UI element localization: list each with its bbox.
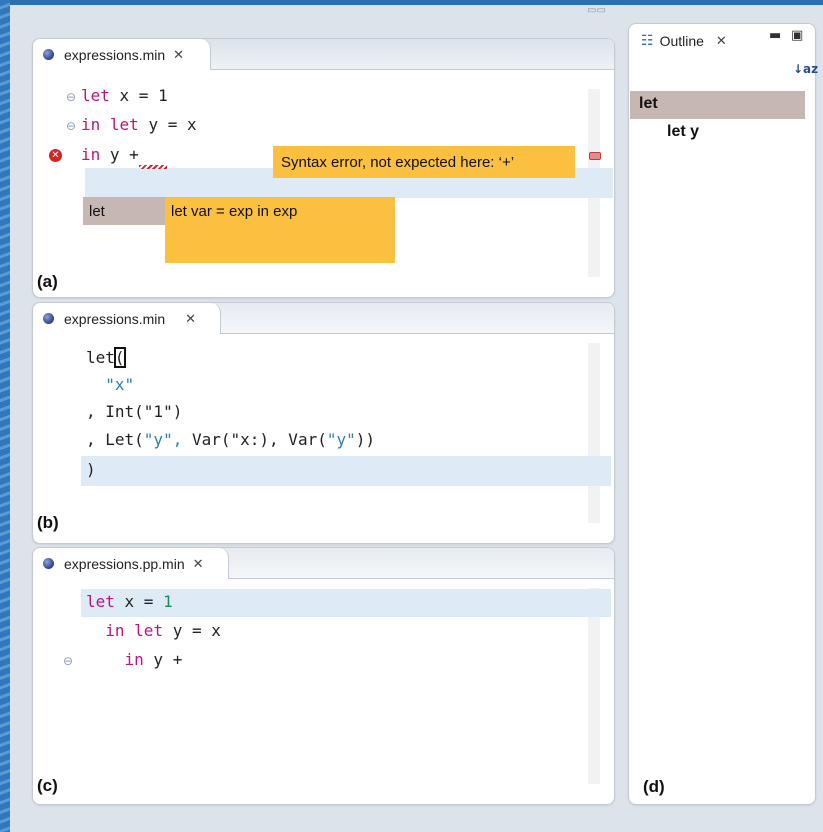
editor-b-overview-ruler[interactable]	[588, 343, 600, 523]
code-line[interactable]: let x = 1	[81, 86, 168, 105]
file-icon	[43, 558, 54, 569]
code-line[interactable]: let x = 1	[86, 592, 173, 611]
close-icon[interactable]: ✕	[173, 47, 184, 63]
editor-area-minmax-icon[interactable]: ▭▭	[587, 5, 606, 16]
minimize-icon[interactable]: ▬	[769, 28, 781, 43]
editor-c-overview-ruler[interactable]	[588, 588, 600, 784]
editor-b-tab-label: expressions.min	[64, 310, 166, 327]
panel-label: (b)	[37, 513, 59, 532]
close-icon[interactable]: ✕	[716, 33, 727, 49]
close-icon[interactable]: ✕	[185, 311, 196, 327]
code-line[interactable]: in let y = x	[81, 115, 197, 134]
editor-b-panel: expressions.min ✕ let( "x" , Int("1") , …	[32, 302, 615, 544]
file-icon	[43, 49, 54, 60]
completion-proposal-info: let var = exp in exp	[165, 197, 395, 263]
file-icon	[43, 313, 54, 324]
error-icon[interactable]: ✕	[49, 149, 62, 162]
editor-a-panel: expressions.min ✕ ⊖ let x = 1 ⊖ in let y…	[32, 38, 615, 298]
outline-tab[interactable]: ☷ Outline ✕	[629, 24, 727, 58]
editor-c-panel: expressions.pp.min ✕ let x = 1 in let y …	[32, 547, 615, 805]
overview-error-marker[interactable]	[589, 152, 601, 160]
code-line[interactable]: let(	[86, 347, 126, 368]
panel-label: (a)	[37, 272, 58, 291]
panel-label: (c)	[37, 776, 58, 795]
sort-icon[interactable]: ↓az	[793, 62, 818, 76]
outline-tab-label: Outline	[659, 33, 704, 49]
window-left-border	[0, 0, 10, 832]
completion-item-let[interactable]: let	[83, 197, 165, 225]
code-line[interactable]: , Int("1")	[86, 402, 182, 421]
error-squiggle	[139, 165, 167, 169]
editor-a-tab[interactable]: expressions.min ✕	[33, 39, 211, 70]
outline-item[interactable]: let	[639, 95, 658, 113]
outline-panel: ☷ Outline ✕ ▬ ▣ ↓az let let y (d)	[628, 23, 818, 805]
outline-icon: ☷	[641, 33, 654, 49]
editor-b-tab[interactable]: expressions.min ✕	[33, 303, 221, 334]
fold-icon[interactable]: ⊖	[66, 90, 76, 104]
fold-icon[interactable]: ⊖	[63, 654, 73, 668]
editor-c-tab[interactable]: expressions.pp.min ✕	[33, 548, 229, 579]
code-line[interactable]: "x"	[86, 375, 134, 394]
panel-label: (d)	[643, 777, 665, 796]
code-line[interactable]: in y +	[86, 650, 183, 669]
current-line-highlight	[81, 456, 611, 486]
code-line[interactable]: in y +	[81, 145, 139, 164]
screenshot-frame: ▭▭ expressions.min ✕ ⊖ let x = 1 ⊖ in le…	[0, 0, 823, 832]
code-line[interactable]: , Let("y", Var("x:), Var("y"))	[86, 430, 375, 449]
editor-a-tab-label: expressions.min	[64, 46, 166, 63]
code-line[interactable]: in let y = x	[86, 621, 221, 640]
error-tooltip: Syntax error, not expected here: ‘+’	[273, 146, 575, 178]
maximize-icon[interactable]: ▣	[791, 28, 803, 43]
workbench: ▭▭ expressions.min ✕ ⊖ let x = 1 ⊖ in le…	[10, 5, 823, 832]
fold-icon[interactable]: ⊖	[66, 119, 76, 133]
outline-item[interactable]: let y	[667, 123, 699, 141]
code-line[interactable]: )	[86, 460, 96, 479]
editor-c-tab-label: expressions.pp.min	[64, 555, 185, 572]
close-icon[interactable]: ✕	[193, 556, 204, 572]
